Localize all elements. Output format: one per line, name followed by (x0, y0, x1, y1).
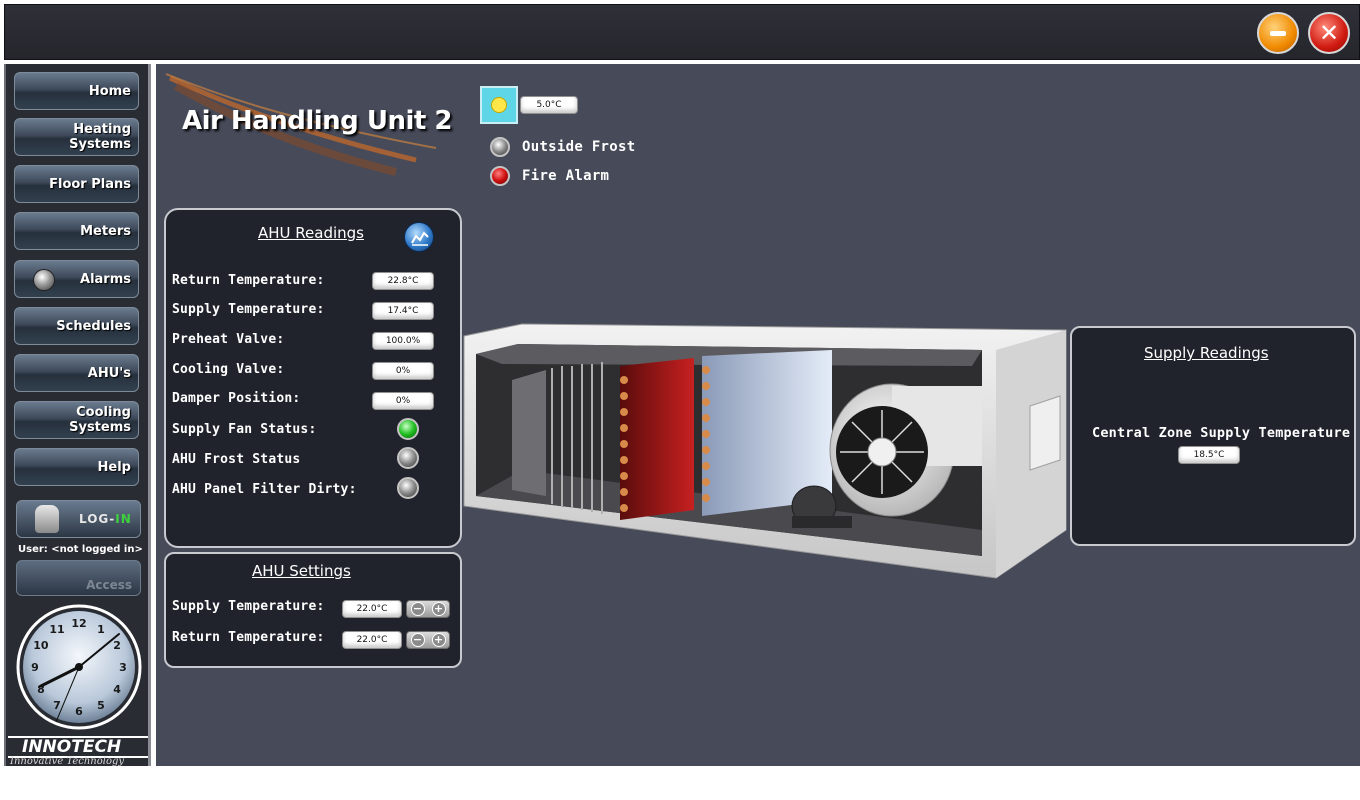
supply-temperature-stepper: − + (406, 600, 450, 618)
nav-home-button[interactable]: Home (14, 72, 139, 110)
login-button[interactable]: LOG-IN (16, 500, 141, 538)
nav-schedules-label: Schedules (56, 318, 131, 334)
page-title: Air Handling Unit 2 (182, 106, 452, 136)
clock-numeral: 3 (119, 661, 127, 674)
damper-position-value: 0% (372, 392, 434, 410)
nav-floor-plans-label: Floor Plans (49, 176, 131, 192)
supply-temperature-decrease-button[interactable]: − (410, 602, 425, 616)
preheat-valve-value: 100.0% (372, 332, 434, 350)
ahu-frost-status-label: AHU Frost Status (172, 452, 301, 467)
login-label: LOG-IN (79, 512, 132, 526)
supply-readings-panel: Supply Readings Central Zone Supply Temp… (1070, 326, 1356, 546)
supply-temperature-increase-button[interactable]: + (431, 602, 446, 616)
clock-numeral: 4 (113, 683, 121, 696)
main-content: Air Handling Unit 2 5.0°C Outside Frost … (156, 64, 1360, 766)
brand-tagline: Innovative Technology (10, 756, 125, 767)
user-status-label: User: <not logged in> (18, 544, 143, 555)
ahu-readings-panel: AHU Readings Return Temperature: 22.8°C … (164, 208, 462, 548)
nav-cooling-systems-button[interactable]: Cooling Systems (14, 401, 139, 439)
nav-home-label: Home (88, 83, 131, 99)
cooling-valve-label: Cooling Valve: (172, 362, 285, 377)
ahu-settings-title: AHU Settings (252, 562, 351, 580)
nav-cooling-label-1: Cooling (76, 405, 131, 420)
supply-temperature-value: 17.4°C (372, 302, 434, 320)
sun-cloud-icon (491, 97, 507, 113)
clock-numeral: 1 (97, 623, 105, 636)
clock-numeral: 6 (75, 705, 83, 718)
nav-schedules-button[interactable]: Schedules (14, 307, 139, 345)
supply-fan-status-indicator (397, 418, 419, 440)
damper-position-label: Damper Position: (172, 391, 301, 406)
ahu-settings-panel: AHU Settings Supply Temperature: 22.0°C … (164, 552, 462, 668)
alarm-indicator-icon (33, 269, 55, 291)
panel-filter-dirty-indicator (397, 477, 419, 499)
clock-numeral: 2 (113, 639, 121, 652)
clock-numeral: 11 (49, 623, 64, 636)
supply-temperature-label: Supply Temperature: (172, 302, 325, 317)
supply-fan-status-label: Supply Fan Status: (172, 422, 317, 437)
trend-chart-icon[interactable] (404, 222, 434, 252)
outside-frost-status: Outside Frost (490, 137, 635, 157)
nav-ahus-button[interactable]: AHU's (14, 354, 139, 392)
fire-alarm-status: Fire Alarm (490, 166, 609, 186)
outside-frost-label: Outside Frost (522, 139, 636, 155)
central-zone-supply-temperature-label: Central Zone Supply Temperature (1092, 425, 1351, 441)
minimize-icon (1270, 30, 1286, 36)
outside-temperature-value: 5.0°C (520, 96, 578, 114)
nav-help-button[interactable]: Help (14, 448, 139, 486)
supply-temperature-setpoint-label: Supply Temperature: (172, 599, 325, 614)
analog-clock: 12 1234567891011 (16, 604, 142, 730)
nav-alarms-label: Alarms (80, 271, 131, 287)
minimize-button[interactable] (1257, 12, 1299, 54)
outside-frost-indicator (490, 137, 510, 157)
nav-heating-systems-button[interactable]: Heating Systems (14, 118, 139, 156)
ahu-readings-title[interactable]: AHU Readings (258, 224, 364, 242)
clock-numeral: 5 (97, 699, 105, 712)
nav-help-label: Help (97, 459, 131, 475)
clock-numeral: 12 (71, 617, 86, 630)
clock-numeral: 9 (31, 661, 39, 674)
central-zone-supply-temperature-value: 18.5°C (1178, 446, 1240, 464)
cooling-valve-value: 0% (372, 362, 434, 380)
innotech-logo: INNOTECH (8, 736, 148, 758)
panel-filter-dirty-label: AHU Panel Filter Dirty: (172, 482, 357, 497)
return-temperature-stepper: − + (406, 631, 450, 649)
clock-numeral: 10 (33, 639, 49, 652)
ahu-frost-status-indicator (397, 447, 419, 469)
return-temperature-setpoint-value[interactable]: 22.0°C (342, 631, 402, 649)
clock-numeral: 7 (53, 699, 61, 712)
supply-readings-title: Supply Readings (1144, 344, 1269, 362)
nav-meters-label: Meters (80, 223, 131, 239)
nav-meters-button[interactable]: Meters (14, 212, 139, 250)
return-temperature-setpoint-label: Return Temperature: (172, 630, 325, 645)
return-temperature-decrease-button[interactable]: − (410, 633, 425, 647)
access-label: Access (86, 578, 132, 592)
nav-ahus-label: AHU's (87, 365, 131, 381)
preheat-valve-label: Preheat Valve: (172, 332, 285, 347)
supply-temperature-setpoint-value[interactable]: 22.0°C (342, 600, 402, 618)
nav-heating-label-1: Heating (73, 122, 131, 137)
nav-cooling-label-2: Systems (69, 420, 131, 435)
fire-alarm-label: Fire Alarm (522, 168, 610, 184)
air-handling-unit-illustration (463, 323, 1067, 579)
user-icon (35, 505, 59, 533)
close-button[interactable]: ✕ (1308, 12, 1350, 54)
nav-alarms-button[interactable]: Alarms (14, 260, 139, 298)
sidebar: Home Heating Systems Floor Plans Meters … (4, 64, 151, 767)
clock-center (75, 663, 83, 671)
access-button[interactable]: Access (16, 560, 141, 596)
window-titlebar: ✕ (4, 4, 1360, 60)
nav-heating-label-2: Systems (69, 137, 131, 152)
return-temperature-increase-button[interactable]: + (431, 633, 446, 647)
return-temperature-value: 22.8°C (372, 272, 434, 290)
return-temperature-label: Return Temperature: (172, 273, 325, 288)
outside-temperature-icon (480, 86, 518, 124)
close-icon: ✕ (1318, 19, 1340, 47)
nav-floor-plans-button[interactable]: Floor Plans (14, 165, 139, 203)
fire-alarm-indicator (490, 166, 510, 186)
